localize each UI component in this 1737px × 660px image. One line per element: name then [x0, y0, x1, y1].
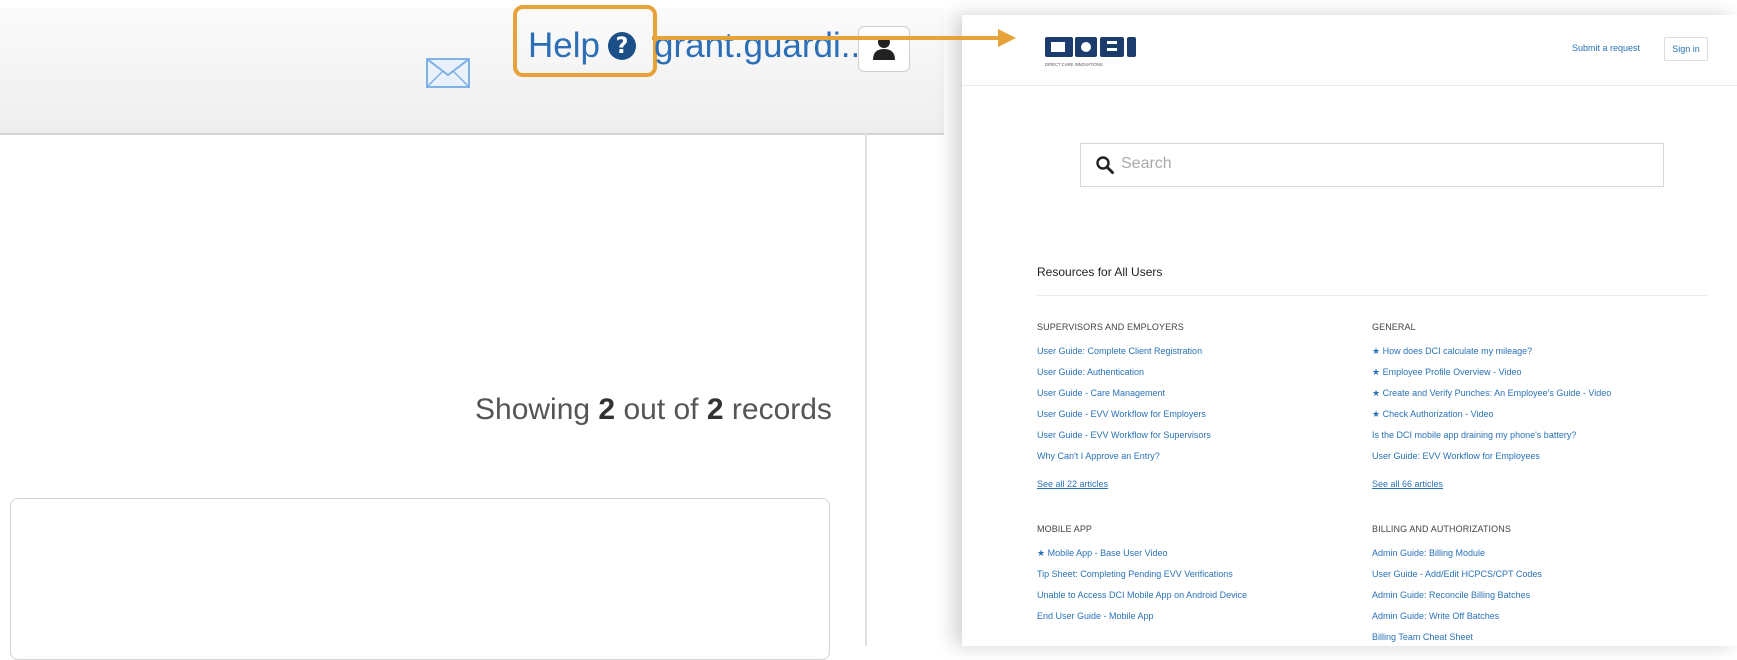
section-title: GENERAL [1372, 322, 1416, 332]
section-billing-authorizations: BILLING AND AUTHORIZATIONS Admin Guide: … [1372, 524, 1692, 653]
submit-request-link[interactable]: Submit a request [1572, 43, 1640, 53]
dci-logo[interactable]: DIRECT CARE INNOVATIONS [1045, 31, 1140, 71]
article-link[interactable]: User Guide: Complete Client Registration [1037, 346, 1357, 367]
article-link[interactable]: ★ Mobile App - Base User Video [1037, 548, 1357, 569]
section-title: SUPERVISORS AND EMPLOYERS [1037, 322, 1184, 332]
article-link[interactable]: Why Can't I Approve an Entry? [1037, 451, 1357, 472]
user-icon [873, 36, 895, 60]
records-suffix: records [731, 393, 832, 426]
article-link[interactable]: Billing Team Cheat Sheet [1372, 632, 1692, 653]
article-link[interactable]: Admin Guide: Reconcile Billing Batches [1372, 590, 1692, 611]
section-general: GENERAL ★ How does DCI calculate my mile… [1372, 322, 1692, 489]
article-link[interactable]: Tip Sheet: Completing Pending EVV Verifi… [1037, 569, 1357, 590]
article-link[interactable]: Unable to Access DCI Mobile App on Andro… [1037, 590, 1357, 611]
records-shown: 2 [598, 393, 616, 426]
article-link[interactable]: Admin Guide: Billing Module [1372, 548, 1692, 569]
article-link[interactable]: User Guide - Care Management [1037, 388, 1357, 409]
section-title: BILLING AND AUTHORIZATIONS [1372, 524, 1511, 534]
help-highlight-box [513, 5, 657, 77]
article-link[interactable]: ★ How does DCI calculate my mileage? [1372, 346, 1692, 367]
user-menu-button[interactable] [858, 26, 910, 72]
resources-title: Resources for All Users [1037, 265, 1163, 279]
article-link[interactable]: User Guide - EVV Workflow for Supervisor… [1037, 430, 1357, 451]
records-prefix: Showing [475, 393, 591, 426]
content-divider [865, 133, 867, 646]
username-link[interactable]: grant.guardi... [654, 26, 870, 66]
article-link[interactable]: ★ Check Authorization - Video [1372, 409, 1692, 430]
section-mobile-app: MOBILE APP ★ Mobile App - Base User Vide… [1037, 524, 1357, 632]
divider [1037, 295, 1707, 296]
article-link[interactable]: ★ Employee Profile Overview - Video [1372, 367, 1692, 388]
app-window: Help ? grant.guardi... Showing 2 out of … [0, 0, 944, 660]
records-count: Showing 2 out of 2 records [475, 393, 832, 427]
sign-in-button[interactable]: Sign in [1664, 37, 1708, 61]
see-all-link[interactable]: See all 66 articles [1372, 479, 1692, 489]
records-total: 2 [706, 393, 724, 426]
search-input[interactable] [1121, 144, 1641, 184]
help-center-window: DIRECT CARE INNOVATIONS Submit a request… [962, 15, 1737, 646]
article-link[interactable]: User Guide: Authentication [1037, 367, 1357, 388]
search-icon [1096, 156, 1114, 174]
see-all-link[interactable]: See all 22 articles [1037, 479, 1357, 489]
article-link[interactable]: User Guide - Add/Edit HCPCS/CPT Codes [1372, 569, 1692, 590]
article-link[interactable]: User Guide: EVV Workflow for Employees [1372, 451, 1692, 472]
records-card [10, 498, 830, 660]
help-center-header: DIRECT CARE INNOVATIONS Submit a request… [962, 15, 1737, 86]
article-link[interactable]: ★ Create and Verify Punches: An Employee… [1372, 388, 1692, 409]
logo-caption: DIRECT CARE INNOVATIONS [1045, 62, 1103, 67]
records-middle: out of [623, 393, 699, 426]
article-link[interactable]: Admin Guide: Write Off Batches [1372, 611, 1692, 632]
section-title: MOBILE APP [1037, 524, 1093, 534]
section-supervisors-employers: SUPERVISORS AND EMPLOYERS User Guide: Co… [1037, 322, 1357, 489]
article-link[interactable]: User Guide - EVV Workflow for Employers [1037, 409, 1357, 430]
article-link[interactable]: Is the DCI mobile app draining my phone'… [1372, 430, 1692, 451]
article-link[interactable]: End User Guide - Mobile App [1037, 611, 1357, 632]
mail-icon[interactable] [426, 58, 470, 88]
search-box[interactable] [1080, 143, 1664, 187]
